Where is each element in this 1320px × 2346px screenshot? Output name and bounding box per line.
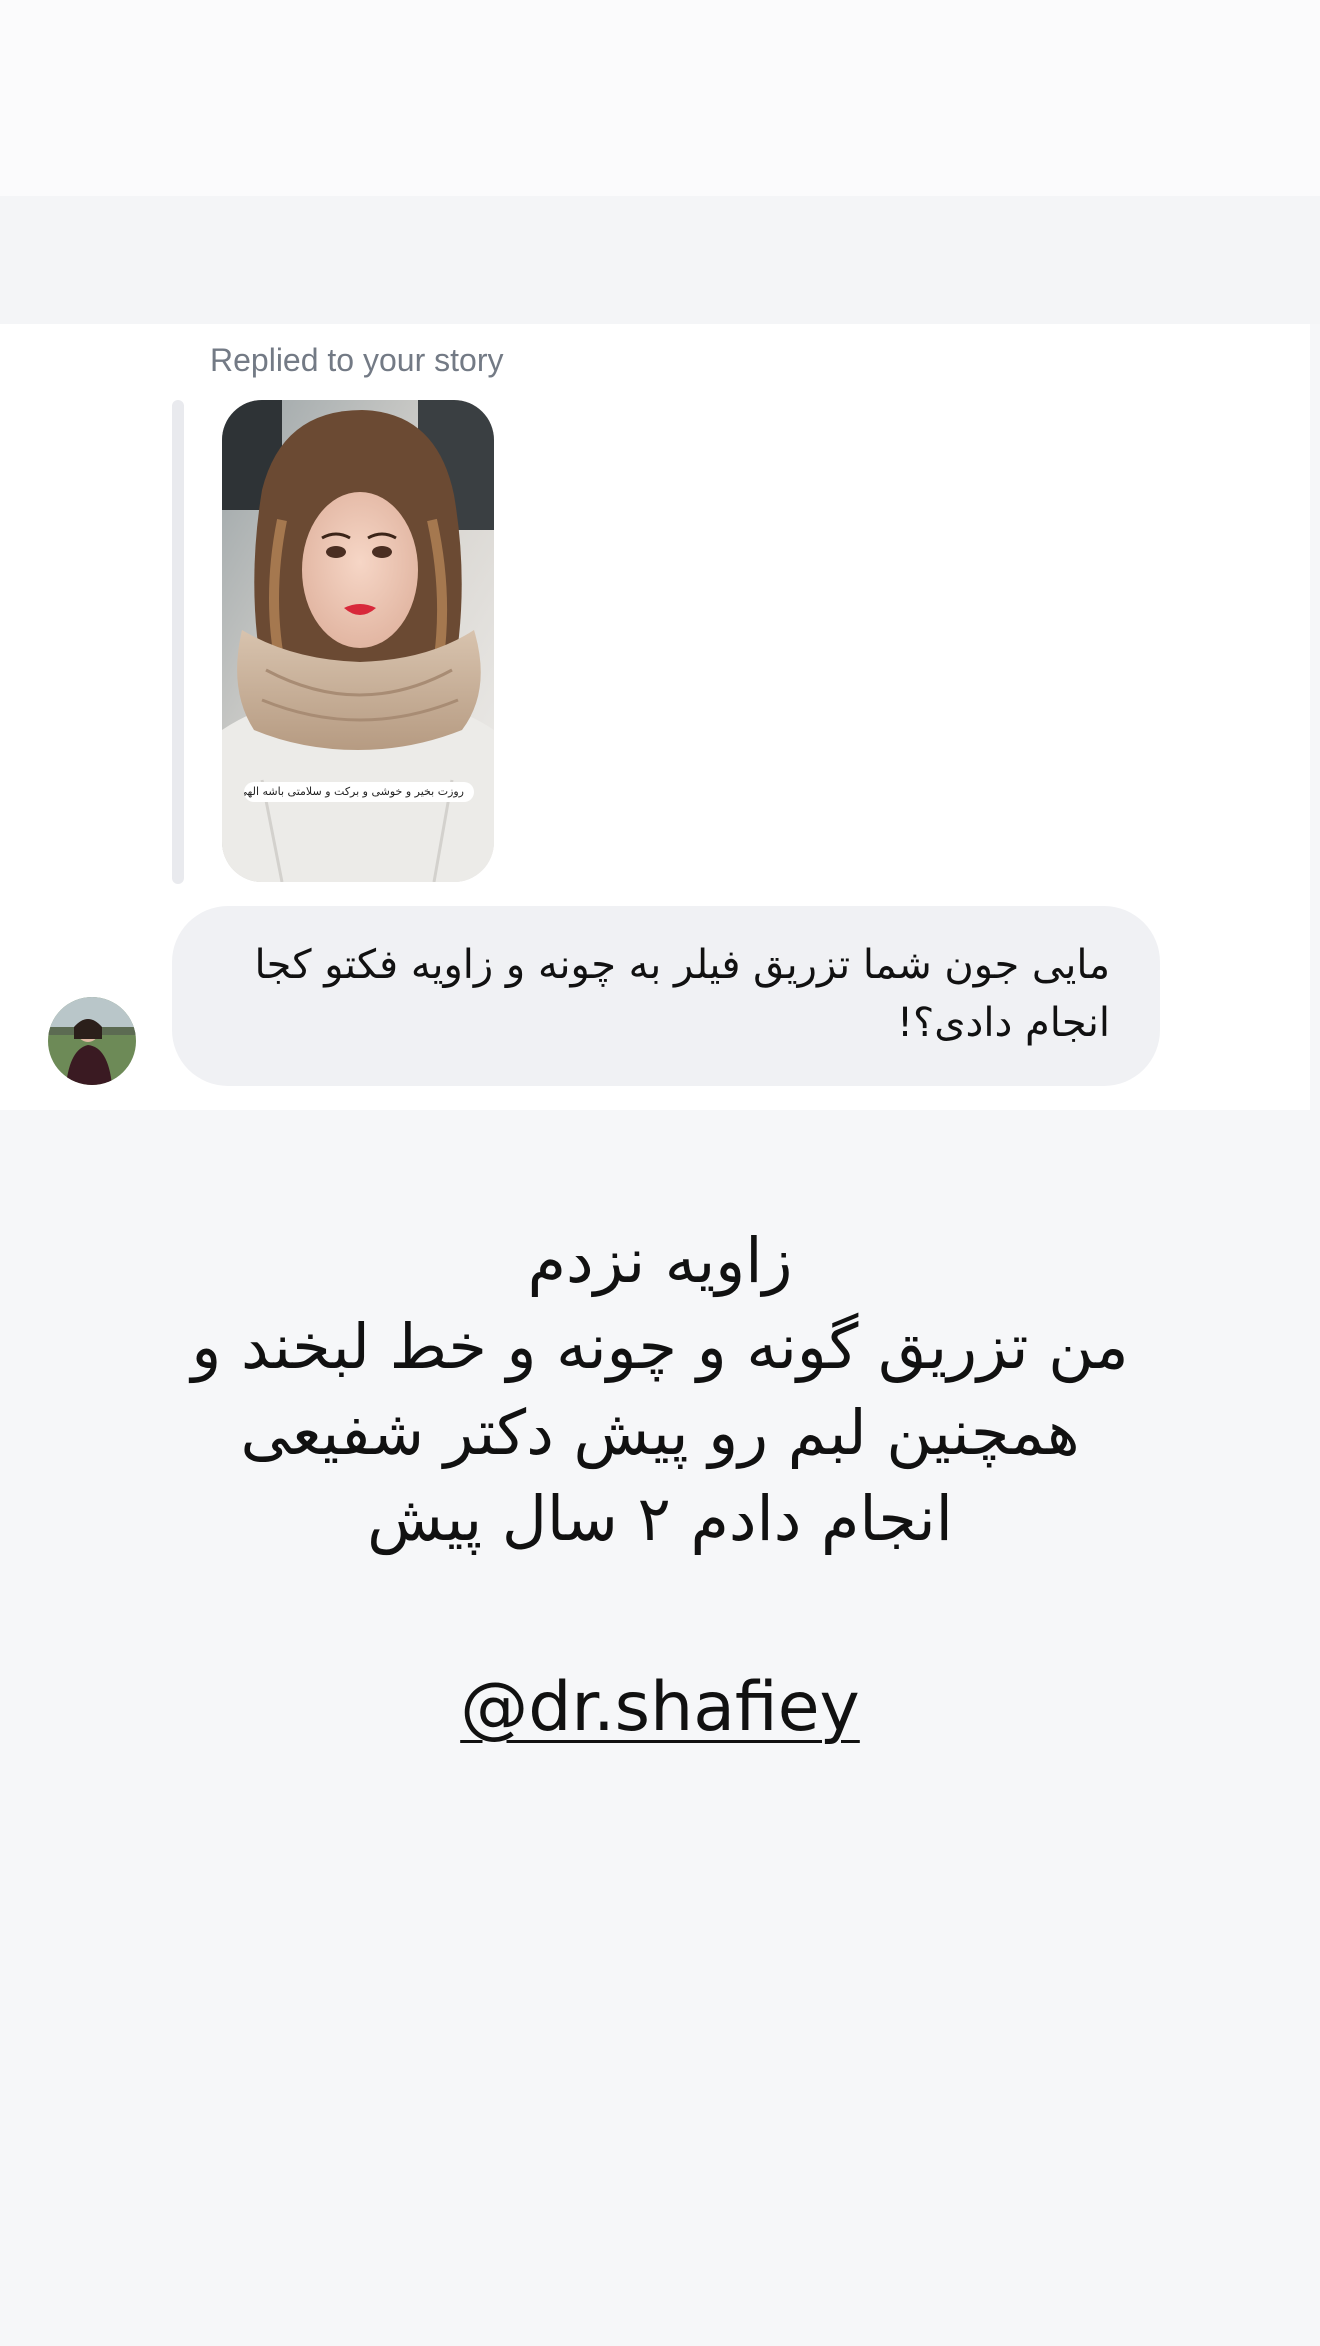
story-caption: روزت بخیر و خوشی و برکت و سلامتی باشه ال…	[244, 782, 474, 802]
mention-sticker[interactable]: @dr.shafiey	[0, 1668, 1320, 1747]
mention-link[interactable]: @dr.shafiey	[460, 1668, 860, 1747]
header-band	[0, 196, 1320, 324]
replied-to-story-label: Replied to your story	[210, 342, 504, 378]
story-photo	[222, 400, 494, 882]
answer-line: زاویه نزدم	[527, 1224, 793, 1297]
answer-line: همچنین لبم رو پیش دکتر شفیعی	[240, 1396, 1080, 1469]
answer-line: انجام دادم ۲ سال پیش	[367, 1482, 953, 1555]
sender-avatar[interactable]	[48, 997, 136, 1085]
top-blank-area	[0, 0, 1320, 196]
message-text: مایی جون شما تزریق فیلر به چونه و زاویه …	[254, 942, 1110, 1046]
reply-quote-bar	[172, 400, 184, 884]
answer-text-block: زاویه نزدم من تزریق گونه و چونه و خط لبخ…	[80, 1218, 1240, 1562]
message-bubble[interactable]: مایی جون شما تزریق فیلر به چونه و زاویه …	[172, 906, 1160, 1086]
dm-message-card: Replied to your story روزت بخیر و خوشی و…	[0, 324, 1310, 1110]
answer-line: من تزریق گونه و چونه و خط لبخند و	[191, 1310, 1129, 1383]
story-thumbnail[interactable]: روزت بخیر و خوشی و برکت و سلامتی باشه ال…	[222, 400, 494, 882]
avatar-photo	[48, 997, 136, 1085]
